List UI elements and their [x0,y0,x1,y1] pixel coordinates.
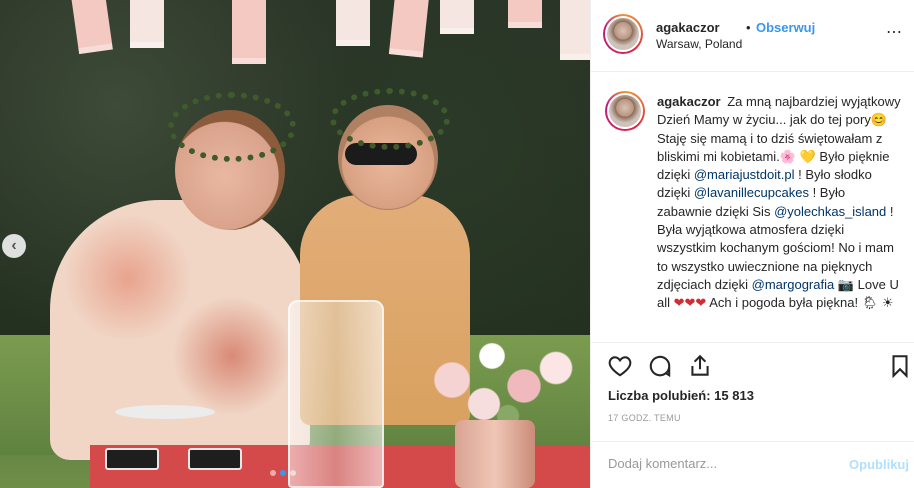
mention-link[interactable]: @mariajustdoit.pl [694,167,795,182]
leaf-wreath [168,92,296,162]
speech-bubble-icon[interactable] [647,353,675,381]
weather-emoji: 🌦 ☀ [861,295,894,311]
chevron-left-icon[interactable]: ‹ [2,234,26,258]
like-count[interactable]: Liczba polubień: 15 813 [608,388,754,403]
carousel-dot [290,470,296,476]
mention-link[interactable]: @yolechkas_island [774,204,886,219]
leaf-wreath [330,88,450,150]
bunting-flag [130,0,164,48]
separator-dot: • [746,20,751,35]
bunting-flag [336,0,370,46]
smile-emoji: 😊 [870,112,888,128]
post-timestamp[interactable]: 17 GODZ. TEMU [608,413,681,423]
carousel-dot [280,470,286,476]
post-photo[interactable]: ‹ [0,0,590,488]
bunting-flag [440,0,474,34]
caption-text: Ach i pogoda była piękna! [706,295,859,311]
action-bar [591,342,914,392]
avatar[interactable] [605,91,645,131]
camera-emoji: 📷 [834,276,855,292]
carousel-dot [270,470,276,476]
bunting-flag [388,0,430,58]
post-header: agakaczor • Obserwuj Warsaw, Poland ⋯ [591,0,914,72]
caption-username[interactable]: agakaczor [657,94,721,109]
red-hearts-emoji: ❤❤❤ [673,295,707,311]
smartphone [105,448,159,470]
publish-button[interactable]: Opublikuj [849,457,909,472]
carousel-indicator [270,470,296,476]
comment-form: Opublikuj [591,441,914,488]
mention-link[interactable]: @lavanillecupcakes [694,185,809,200]
bunting-flag [560,0,590,60]
comments-section: agakaczor Za mną najbardziej wyjątkowy D… [591,73,914,341]
comment-input[interactable] [608,456,808,471]
author-username[interactable]: agakaczor [656,20,720,35]
mention-link[interactable]: @margografia [752,277,835,292]
bunting-flag [232,0,266,64]
heart-outline-icon[interactable] [607,353,635,381]
post-caption: agakaczor Za mną najbardziej wyjątkowy D… [657,93,902,313]
bunting-flag [71,0,113,55]
plate [115,405,215,419]
location-link[interactable]: Warsaw, Poland [656,37,742,51]
avatar[interactable] [603,14,643,54]
share-icon[interactable] [687,353,715,381]
yellow-heart-emoji: 💛 [799,148,816,164]
flower-emoji: 🌸 [779,148,796,164]
smartphone [188,448,242,470]
post-side-panel: agakaczor • Obserwuj Warsaw, Poland ⋯ ag… [590,0,914,488]
woman-left-dress [50,200,310,460]
follow-button[interactable]: Obserwuj [756,20,815,35]
pink-vase [455,420,535,488]
bunting-flag [508,0,542,28]
more-options-icon[interactable]: ⋯ [886,22,903,42]
bookmark-icon[interactable] [887,353,914,381]
glass-pitcher [288,300,384,488]
